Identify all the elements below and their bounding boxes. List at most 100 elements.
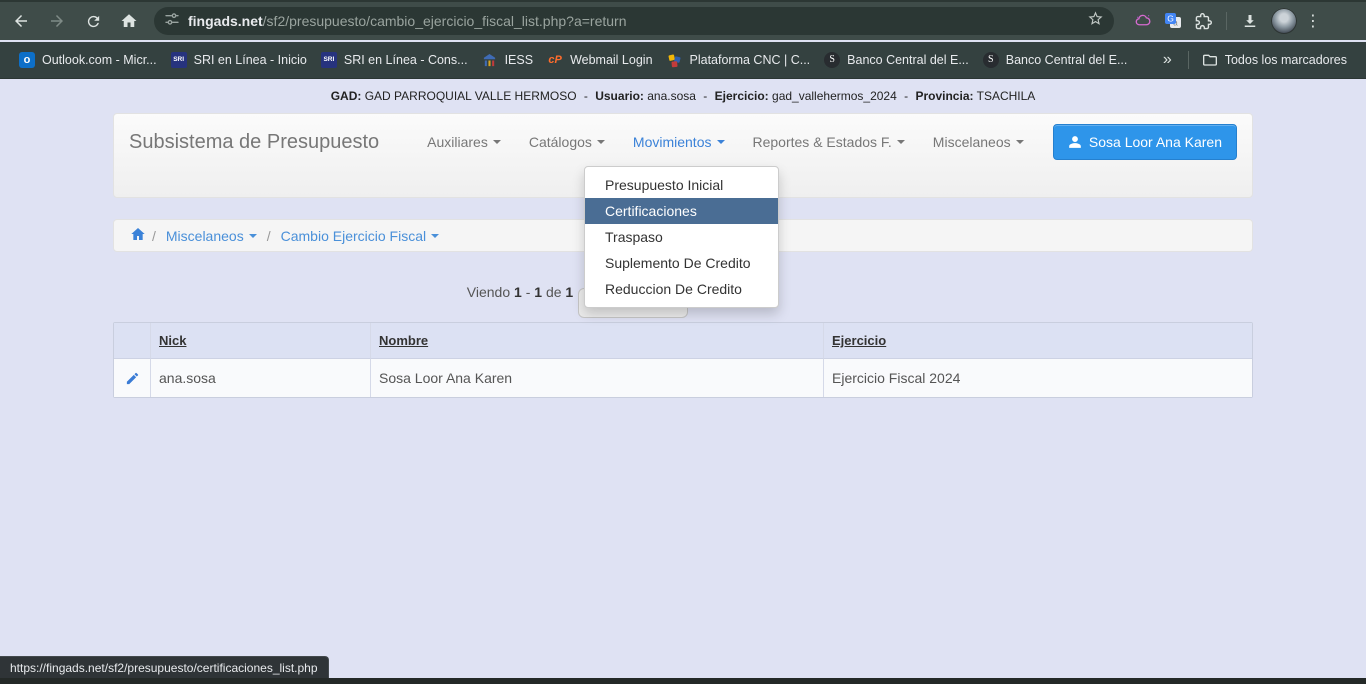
pagination-summary: Viendo 1 - 1 de 1 xyxy=(0,284,1040,300)
chevron-down-icon xyxy=(431,234,439,238)
bookmark-label: Plataforma CNC | C... xyxy=(690,53,811,67)
breadcrumb-separator: / xyxy=(267,228,271,244)
chevron-down-icon xyxy=(1016,140,1024,144)
nav-item-auxiliares[interactable]: Auxiliares xyxy=(413,124,515,160)
home-icon[interactable] xyxy=(114,6,144,36)
forward-icon[interactable] xyxy=(42,6,72,36)
breadcrumb-separator: / xyxy=(152,228,156,244)
bookmark-label: Todos los marcadores xyxy=(1225,53,1347,67)
bookmark-outlook[interactable]: o Outlook.com - Micr... xyxy=(12,47,164,73)
profile-avatar[interactable] xyxy=(1271,8,1297,34)
pencil-icon xyxy=(125,371,140,386)
bookmark-banco-central-2[interactable]: S Banco Central del E... xyxy=(976,47,1135,73)
svg-text:G: G xyxy=(1167,14,1174,24)
breadcrumb-item-miscelaneos[interactable]: Miscelaneos xyxy=(166,228,257,244)
bookmark-sri-inicio[interactable]: SRI SRI en Línea - Inicio xyxy=(164,47,314,73)
cnc-favicon xyxy=(667,52,683,68)
breadcrumb-home-icon[interactable] xyxy=(130,226,146,245)
outlook-favicon: o xyxy=(19,52,35,68)
chrome-menu-icon[interactable]: ⋮ xyxy=(1303,11,1323,31)
app-title: Subsistema de Presupuesto xyxy=(129,131,379,154)
edit-row-button[interactable] xyxy=(114,359,151,397)
usuario-label: Usuario: xyxy=(595,89,644,103)
chevron-down-icon xyxy=(717,140,725,144)
provincia-label: Provincia: xyxy=(915,89,973,103)
nav-item-miscelaneos[interactable]: Miscelaneos xyxy=(919,124,1038,160)
gad-value: GAD PARROQUIAL VALLE HERMOSO xyxy=(365,89,577,103)
all-bookmarks-button[interactable]: Todos los marcadores xyxy=(1195,47,1354,73)
gad-label: GAD: xyxy=(331,89,362,103)
chevron-down-icon xyxy=(597,140,605,144)
bookmark-label: SRI en Línea - Cons... xyxy=(344,53,468,67)
chevron-down-icon xyxy=(493,140,501,144)
iess-favicon xyxy=(482,52,498,68)
folder-icon xyxy=(1202,52,1218,68)
bookmark-label: Outlook.com - Micr... xyxy=(42,53,157,67)
edit-column-header xyxy=(114,323,151,359)
session-info-bar: GAD: GAD PARROQUIAL VALLE HERMOSO - Usua… xyxy=(0,89,1366,103)
downloads-icon[interactable] xyxy=(1235,6,1265,36)
reload-icon[interactable] xyxy=(78,6,108,36)
table-header-row: Nick Nombre Ejercicio xyxy=(114,323,1252,359)
chevron-down-icon xyxy=(897,140,905,144)
sort-header-nick[interactable]: Nick xyxy=(159,333,186,348)
bookmark-label: Banco Central del E... xyxy=(847,53,969,67)
banco-central-favicon: S xyxy=(824,52,840,68)
sort-header-ejercicio[interactable]: Ejercicio xyxy=(832,333,886,348)
breadcrumb-item-cambio-ejercicio[interactable]: Cambio Ejercicio Fiscal xyxy=(281,228,439,244)
bookmark-sri-consultas[interactable]: SRI SRI en Línea - Cons... xyxy=(314,47,475,73)
ejercicio-label: Ejercicio: xyxy=(715,89,769,103)
menu-item-certificaciones[interactable]: Certificaciones xyxy=(585,198,778,224)
translate-icon[interactable]: a G xyxy=(1158,6,1188,36)
site-info-icon[interactable] xyxy=(164,11,180,32)
nav-item-catalogos[interactable]: Catálogos xyxy=(515,124,619,160)
cell-nombre: Sosa Loor Ana Karen xyxy=(371,359,824,397)
bookmark-label: SRI en Línea - Inicio xyxy=(194,53,307,67)
browser-toolbar: fingads.net/sf2/presupuesto/cambio_ejerc… xyxy=(0,0,1366,40)
address-bar[interactable]: fingads.net/sf2/presupuesto/cambio_ejerc… xyxy=(154,7,1114,35)
sort-header-nombre[interactable]: Nombre xyxy=(379,333,428,348)
cell-nick: ana.sosa xyxy=(151,359,371,397)
nav-item-reportes[interactable]: Reportes & Estados F. xyxy=(739,124,919,160)
menu-item-traspaso[interactable]: Traspaso xyxy=(585,224,778,250)
separator: - xyxy=(904,89,908,103)
bookmarks-bar: o Outlook.com - Micr... SRI SRI en Línea… xyxy=(0,42,1366,79)
bookmark-star-icon[interactable] xyxy=(1087,10,1104,32)
results-table: Nick Nombre Ejercicio ana.sosa Sosa Loor… xyxy=(113,322,1253,398)
bookmark-webmail[interactable]: cP Webmail Login xyxy=(540,47,659,73)
extension-cloud-icon[interactable] xyxy=(1128,6,1158,36)
user-session-button[interactable]: Sosa Loor Ana Karen xyxy=(1053,124,1237,160)
bookmarks-overflow-chevron[interactable]: » xyxy=(1153,51,1182,69)
extensions-puzzle-icon[interactable] xyxy=(1188,6,1218,36)
bookmark-cnc[interactable]: Plataforma CNC | C... xyxy=(660,47,818,73)
bookmark-banco-central-1[interactable]: S Banco Central del E... xyxy=(817,47,976,73)
nav-item-movimientos[interactable]: Movimientos xyxy=(619,124,739,160)
cpanel-favicon: cP xyxy=(547,52,563,68)
menu-item-presupuesto-inicial[interactable]: Presupuesto Inicial xyxy=(585,172,778,198)
sri-favicon: SRI xyxy=(171,52,187,68)
separator: - xyxy=(584,89,588,103)
menu-item-suplemento-credito[interactable]: Suplemento De Credito xyxy=(585,250,778,276)
bookmark-iess[interactable]: IESS xyxy=(475,47,541,73)
chevron-down-icon xyxy=(249,234,257,238)
sri-favicon: SRI xyxy=(321,52,337,68)
menu-item-reduccion-credito[interactable]: Reduccion De Credito xyxy=(585,276,778,302)
bookmarks-separator xyxy=(1188,51,1189,69)
user-icon xyxy=(1068,135,1082,149)
table-row: ana.sosa Sosa Loor Ana Karen Ejercicio F… xyxy=(114,359,1252,397)
provincia-value: TSACHILA xyxy=(977,89,1036,103)
page-content: GAD: GAD PARROQUIAL VALLE HERMOSO - Usua… xyxy=(0,80,1366,678)
bookmark-label: IESS xyxy=(505,53,534,67)
usuario-value: ana.sosa xyxy=(647,89,696,103)
link-status-tooltip: https://fingads.net/sf2/presupuesto/cert… xyxy=(0,656,329,678)
banco-central-favicon: S xyxy=(983,52,999,68)
bookmark-label: Webmail Login xyxy=(570,53,652,67)
toolbar-separator xyxy=(1226,12,1227,30)
back-icon[interactable] xyxy=(6,6,36,36)
taskbar-edge xyxy=(0,678,1366,684)
url-text: fingads.net/sf2/presupuesto/cambio_ejerc… xyxy=(188,13,1087,29)
movimientos-dropdown-menu: Presupuesto Inicial Certificaciones Tras… xyxy=(584,166,779,308)
ejercicio-value: gad_vallehermos_2024 xyxy=(772,89,897,103)
cell-ejercicio: Ejercicio Fiscal 2024 xyxy=(824,359,1252,397)
separator: - xyxy=(703,89,707,103)
